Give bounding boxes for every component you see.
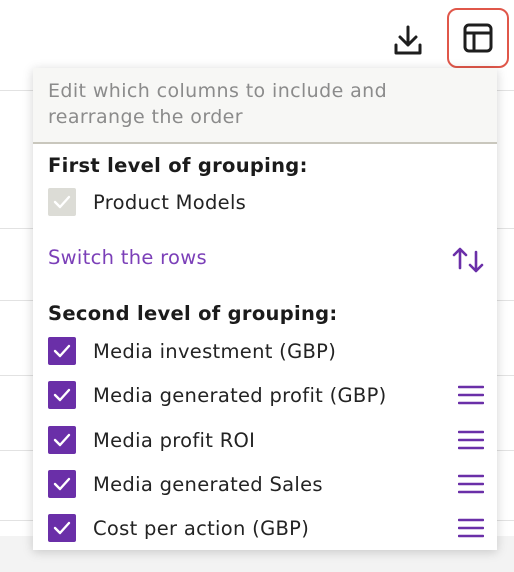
checkmark-icon <box>53 477 71 491</box>
checkmark-icon <box>53 344 71 358</box>
drag-handle-icon[interactable] <box>458 429 484 451</box>
item-label: Product Models <box>93 190 247 214</box>
item-label: Media generated profit (GBP) <box>93 383 387 407</box>
checkmark-icon <box>53 521 71 535</box>
panel-instructions: Edit which columns to include and rearra… <box>33 68 497 144</box>
switch-rows-link[interactable]: Switch the rows <box>48 246 207 269</box>
download-icon <box>394 25 422 55</box>
checkbox-media-profit-roi[interactable] <box>48 426 76 454</box>
checkbox-product-models[interactable] <box>48 188 76 216</box>
second-group-title: Second level of grouping: <box>48 302 338 325</box>
second-group-item[interactable]: Cost per action (GBP) <box>48 513 309 543</box>
item-label: Media investment (GBP) <box>93 339 337 363</box>
checkmark-icon <box>53 195 71 209</box>
second-group-item[interactable]: Media generated Sales <box>48 469 323 499</box>
swap-vertical-icon[interactable] <box>451 244 485 276</box>
second-group-item[interactable]: Media profit ROI <box>48 425 255 455</box>
first-group-title: First level of grouping: <box>48 154 308 177</box>
checkbox-media-generated-sales[interactable] <box>48 470 76 498</box>
drag-handle-icon[interactable] <box>458 473 484 495</box>
second-group-item[interactable]: Media generated profit (GBP) <box>48 380 387 410</box>
drag-handle-icon[interactable] <box>458 384 484 406</box>
drag-handle-icon[interactable] <box>458 517 484 539</box>
checkbox-cost-per-action[interactable] <box>48 514 76 542</box>
checkbox-media-investment[interactable] <box>48 337 76 365</box>
download-button[interactable] <box>386 18 430 62</box>
checkmark-icon <box>53 388 71 402</box>
checkbox-media-generated-profit[interactable] <box>48 381 76 409</box>
table-columns-icon <box>463 23 493 53</box>
item-label: Media profit ROI <box>93 428 256 452</box>
first-group-item-product-models[interactable]: Product Models <box>48 187 246 217</box>
checkmark-icon <box>53 433 71 447</box>
column-settings-panel: Edit which columns to include and rearra… <box>33 68 497 550</box>
column-settings-button[interactable] <box>447 8 509 68</box>
second-group-item[interactable]: Media investment (GBP) <box>48 336 336 366</box>
item-label: Cost per action (GBP) <box>93 516 310 540</box>
item-label: Media generated Sales <box>93 472 323 496</box>
